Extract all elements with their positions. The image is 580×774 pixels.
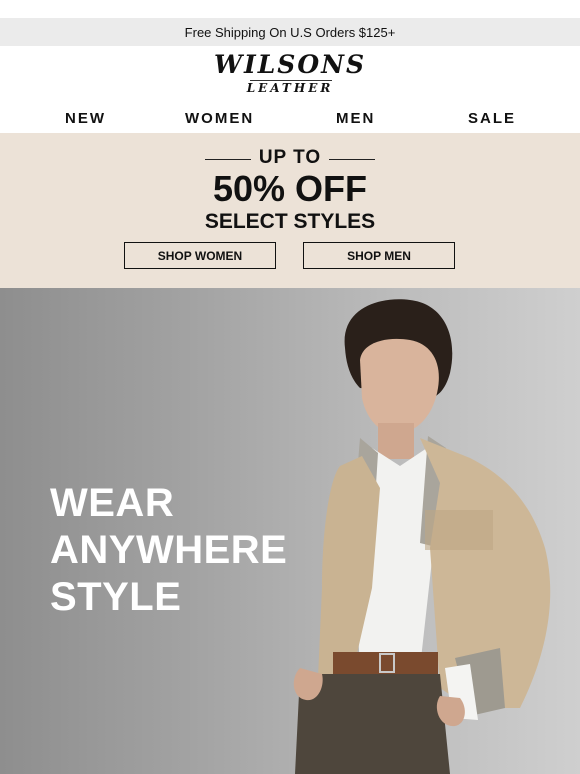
hero-headline: WEAR ANYWHERE STYLE — [50, 480, 287, 621]
nav-item-men[interactable]: MEN — [336, 110, 375, 127]
nav-item-women[interactable]: WOMEN — [185, 110, 254, 127]
promo-subline: SELECT STYLES — [204, 210, 376, 233]
logo-wordmark: WILSONS — [213, 50, 367, 79]
promo-up-to: UP TO — [258, 147, 322, 168]
sale-promo[interactable]: UP TO 50% OFF SELECT STYLES SHOP WOMEN S… — [0, 133, 580, 288]
main-nav: NEW WOMEN MEN SALE — [0, 106, 580, 132]
hero-line-3: STYLE — [50, 575, 182, 619]
promo-headline: 50% OFF — [212, 168, 368, 209]
hero-line-2: ANYWHERE — [50, 528, 288, 572]
shipping-banner[interactable]: Free Shipping On U.S Orders $125+ — [0, 18, 580, 46]
shipping-banner-text: Free Shipping On U.S Orders $125+ — [184, 24, 396, 40]
logo-divider — [250, 80, 332, 81]
logo-subtitle: LEATHER — [246, 81, 334, 95]
brand-logo[interactable]: WILSONS LEATHER — [0, 50, 580, 102]
hero-line-1: WEAR — [50, 481, 175, 525]
shop-men-button[interactable]: SHOP MEN — [303, 242, 455, 269]
hero-banner[interactable]: WEAR ANYWHERE STYLE — [0, 288, 580, 774]
shop-women-button[interactable]: SHOP WOMEN — [124, 242, 276, 269]
nav-item-new[interactable]: NEW — [65, 110, 106, 127]
nav-item-sale[interactable]: SALE — [468, 110, 516, 127]
promo-rule-right — [329, 159, 375, 160]
